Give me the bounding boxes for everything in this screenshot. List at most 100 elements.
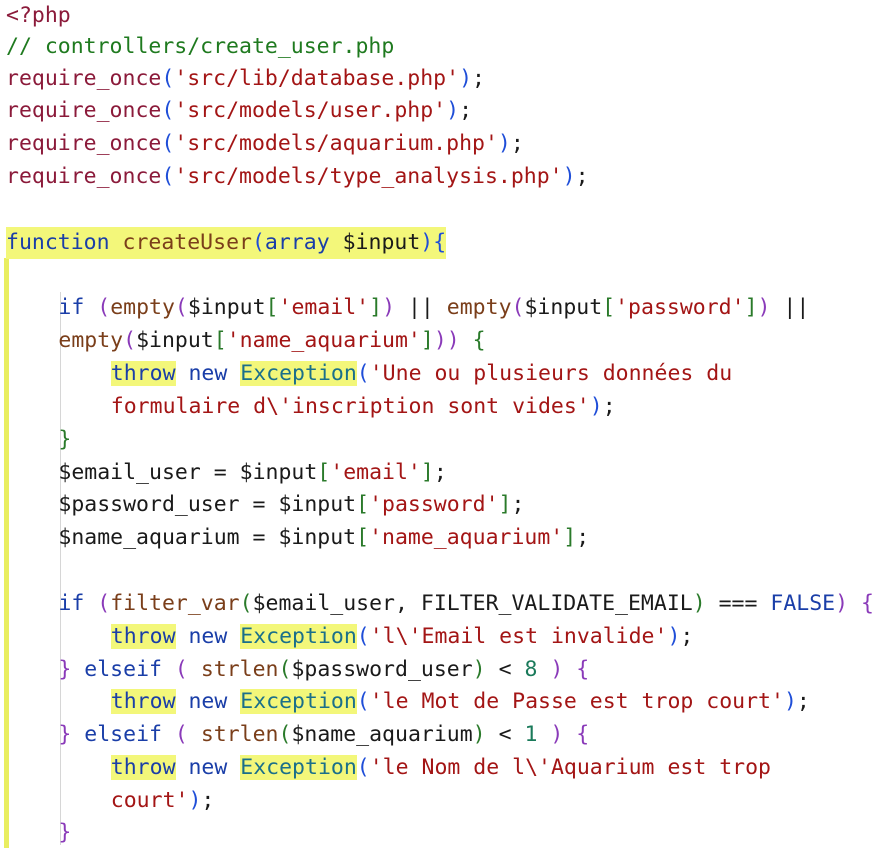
code-line[interactable]: require_once('src/lib/database.php'); (6, 63, 485, 95)
code-line[interactable]: if (filter_var($email_user, FILTER_VALID… (58, 588, 874, 620)
code-line[interactable]: } (58, 817, 71, 849)
code-token: ; (472, 66, 485, 91)
code-token: require_once (6, 98, 162, 123)
code-token: ( (239, 591, 253, 616)
code-token: ] (420, 460, 434, 485)
code-token: ] (563, 525, 577, 550)
code-line[interactable]: } (58, 424, 71, 456)
code-token: ] (369, 295, 383, 320)
code-line[interactable]: $email_user = $input['email']; (58, 457, 446, 489)
code-token: require_once (6, 164, 162, 189)
code-token: ( (278, 722, 292, 747)
code-token: { (433, 230, 447, 255)
code-line[interactable]: if (empty($input['email']) || empty($inp… (58, 292, 809, 324)
code-editor[interactable]: <?php // controllers/create_user.php requi… (0, 0, 894, 848)
code-token: ) (550, 657, 564, 682)
code-token: $name_aquarium (58, 525, 240, 550)
code-token: require_once (6, 66, 162, 91)
code-token: $input (278, 525, 357, 550)
code-line[interactable]: throw new Exception('Une ou plusieurs do… (110, 358, 733, 390)
code-token: ; (510, 131, 524, 156)
code-token: ( (174, 722, 188, 747)
code-line[interactable]: require_once('src/models/user.php'); (6, 95, 472, 127)
code-token: 'email' (278, 295, 370, 320)
code-token: ) (497, 131, 511, 156)
code-line[interactable]: function createUser(array $input){ (6, 227, 447, 259)
code-token: ) (459, 66, 473, 91)
code-token: ) (472, 657, 486, 682)
code-token: ; (680, 624, 694, 649)
code-token: empty (58, 328, 124, 353)
code-line[interactable]: $password_user = $input['password']; (58, 489, 524, 521)
code-token: $email_user (252, 591, 395, 616)
code-line[interactable]: formulaire d\'inscription sont vides'); (111, 391, 616, 423)
code-token: ( (161, 131, 175, 156)
code-token: $input (187, 295, 266, 320)
code-token: [ (265, 295, 279, 320)
code-token: ] (420, 328, 434, 353)
code-token: filter_var (110, 591, 240, 616)
code-token: === (705, 591, 771, 616)
indent-guide (60, 621, 61, 654)
code-token: array (264, 230, 330, 255)
code-line[interactable]: throw new Exception('l\'Email est invali… (110, 621, 694, 653)
code-token: $input (136, 328, 214, 353)
code-token: || (395, 295, 447, 320)
code-token: ( (511, 295, 525, 320)
indent-guide (60, 686, 61, 719)
code-token: FILTER_VALIDATE_EMAIL (420, 591, 693, 616)
code-token: 'name_aquarium' (369, 525, 564, 550)
code-token: ) (835, 591, 849, 616)
code-token: = (239, 492, 279, 517)
code-token: ) (472, 722, 486, 747)
code-token: ) (562, 164, 576, 189)
code-line[interactable]: throw new Exception('le Mot de Passe est… (110, 686, 810, 718)
indent-guide (60, 752, 61, 818)
code-token: , (394, 591, 421, 616)
code-token: 'src/models/aquarium.php' (174, 131, 498, 156)
code-line[interactable]: <?php (6, 0, 71, 32)
code-token: < (485, 722, 525, 747)
code-token: 'src/lib/database.php' (174, 66, 460, 91)
code-token: if (58, 591, 85, 616)
code-token: 'password' (369, 492, 499, 517)
code-token: 'Une ou plusieurs données du (369, 361, 733, 386)
code-token: 'le Mot de Passe est trop court' (369, 689, 784, 714)
code-line[interactable]: require_once('src/models/aquarium.php'); (6, 128, 524, 160)
code-token: 'src/models/user.php' (174, 98, 447, 123)
code-line[interactable]: require_once('src/models/type_analysis.p… (6, 161, 589, 193)
code-line[interactable]: } elseif ( strlen($password_user) < 8 ) … (58, 654, 589, 686)
code-token: Exception (240, 624, 357, 649)
code-token: new (188, 624, 228, 649)
code-token: ) (589, 394, 603, 419)
code-line[interactable]: throw new Exception('le Nom de l\'Aquari… (110, 752, 771, 784)
code-line[interactable]: court'); (111, 785, 215, 817)
code-token: { (576, 657, 590, 682)
code-token: ) (188, 788, 202, 813)
code-token: ; (433, 460, 447, 485)
code-token: $password_user (58, 492, 240, 517)
code-line[interactable]: empty($input['name_aquarium'])) { (58, 325, 485, 357)
code-line[interactable]: // controllers/create_user.php (6, 31, 394, 63)
code-token: ; (576, 525, 590, 550)
code-token: } (58, 427, 72, 452)
code-line[interactable]: } elseif ( strlen($name_aquarium) < 1 ) … (58, 719, 589, 751)
code-line[interactable]: $name_aquarium = $input['name_aquarium']… (58, 522, 589, 554)
code-token: ( (356, 689, 370, 714)
code-token: ; (796, 689, 810, 714)
code-token: ) (382, 295, 396, 320)
indent-guide (60, 358, 61, 424)
code-token: elseif (84, 722, 162, 747)
code-token: createUser (122, 230, 252, 255)
